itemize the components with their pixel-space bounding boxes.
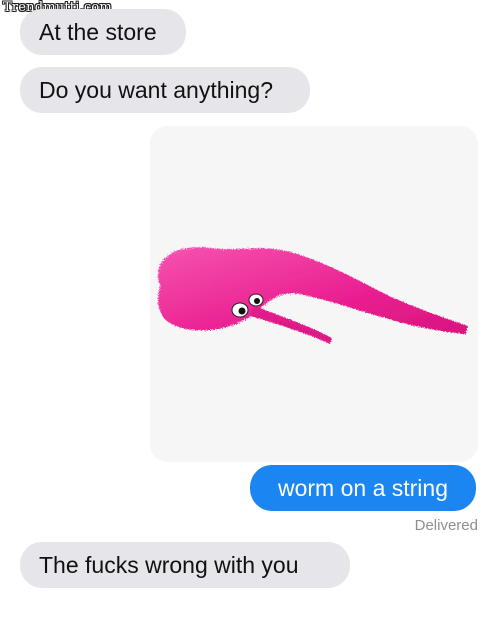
message-bubble-outgoing[interactable]: worm on a string — [250, 465, 476, 511]
message-bubble-incoming[interactable]: At the store — [20, 9, 186, 55]
message-bubble-incoming[interactable]: Do you want anything? — [20, 67, 310, 113]
message-text: worm on a string — [277, 474, 448, 501]
message-text: The fucks wrong with you — [39, 551, 299, 578]
worm-on-string-image — [158, 247, 468, 344]
image-message[interactable] — [150, 126, 478, 462]
message-text: At the store — [39, 18, 157, 45]
message-bubble-incoming[interactable]: The fucks wrong with you — [20, 542, 350, 588]
delivered-status: Delivered — [414, 517, 478, 534]
message-text: Do you want anything? — [39, 76, 273, 103]
